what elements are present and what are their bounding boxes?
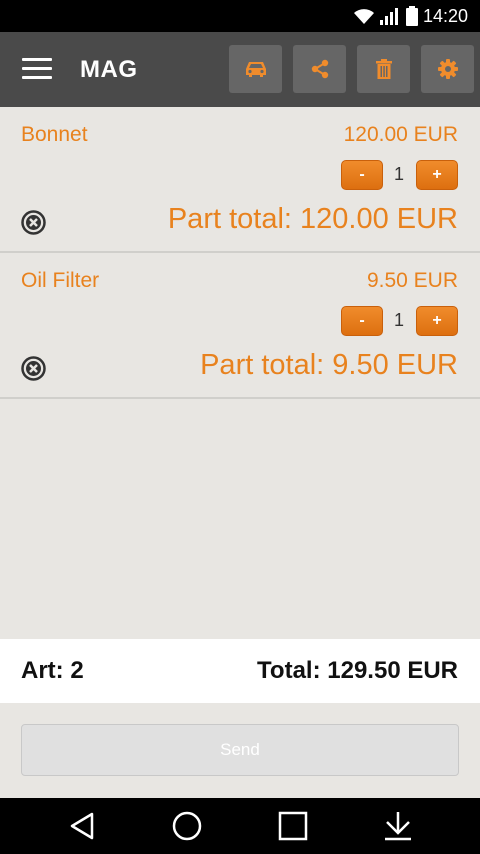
grand-total: Total: 129.50 EUR — [257, 657, 458, 684]
wifi-icon — [354, 9, 374, 24]
cart-item: Bonnet 120.00 EUR - 1 + Part total: 120.… — [0, 107, 480, 253]
send-button[interactable]: Send — [21, 724, 459, 776]
part-total: Part total: 9.50 EUR — [200, 349, 458, 381]
share-button[interactable] — [293, 45, 346, 93]
app-title: MAG — [80, 56, 138, 83]
item-price: 9.50 EUR — [366, 269, 458, 292]
increase-quantity-button[interactable]: + — [416, 160, 458, 190]
status-time: 14:20 — [422, 6, 468, 26]
remove-item-icon[interactable] — [21, 356, 46, 381]
remove-item-icon[interactable] — [21, 210, 46, 235]
item-quantity: 1 — [393, 164, 404, 184]
vehicle-button[interactable] — [229, 45, 282, 93]
car-icon — [245, 62, 266, 77]
home-icon[interactable] — [169, 810, 205, 842]
app-bar: MAG — [0, 32, 480, 107]
order-summary: Art: 2 Total: 129.50 EUR — [0, 639, 480, 703]
decrease-quantity-button[interactable]: - — [341, 306, 383, 336]
item-name: Bonnet — [21, 123, 88, 146]
gear-icon — [437, 59, 458, 79]
battery-icon — [406, 6, 418, 26]
cart-item: Oil Filter 9.50 EUR - 1 + Part total: 9.… — [0, 253, 480, 399]
back-icon[interactable] — [64, 810, 100, 842]
settings-button[interactable] — [421, 45, 474, 93]
article-count: Art: 2 — [21, 657, 84, 684]
trash-icon — [375, 59, 392, 79]
item-quantity: 1 — [393, 310, 404, 330]
item-price: 120.00 EUR — [343, 123, 458, 146]
part-total: Part total: 120.00 EUR — [167, 203, 458, 235]
delete-all-button[interactable] — [357, 45, 410, 93]
signal-icon — [380, 8, 398, 25]
share-icon — [311, 59, 328, 79]
recent-apps-icon[interactable] — [275, 810, 311, 842]
menu-icon[interactable] — [22, 58, 52, 82]
hide-keyboard-icon[interactable] — [380, 810, 416, 842]
decrease-quantity-button[interactable]: - — [341, 160, 383, 190]
status-bar: 14:20 — [0, 0, 480, 32]
item-name: Oil Filter — [21, 269, 100, 292]
increase-quantity-button[interactable]: + — [416, 306, 458, 336]
navigation-bar — [0, 798, 480, 854]
